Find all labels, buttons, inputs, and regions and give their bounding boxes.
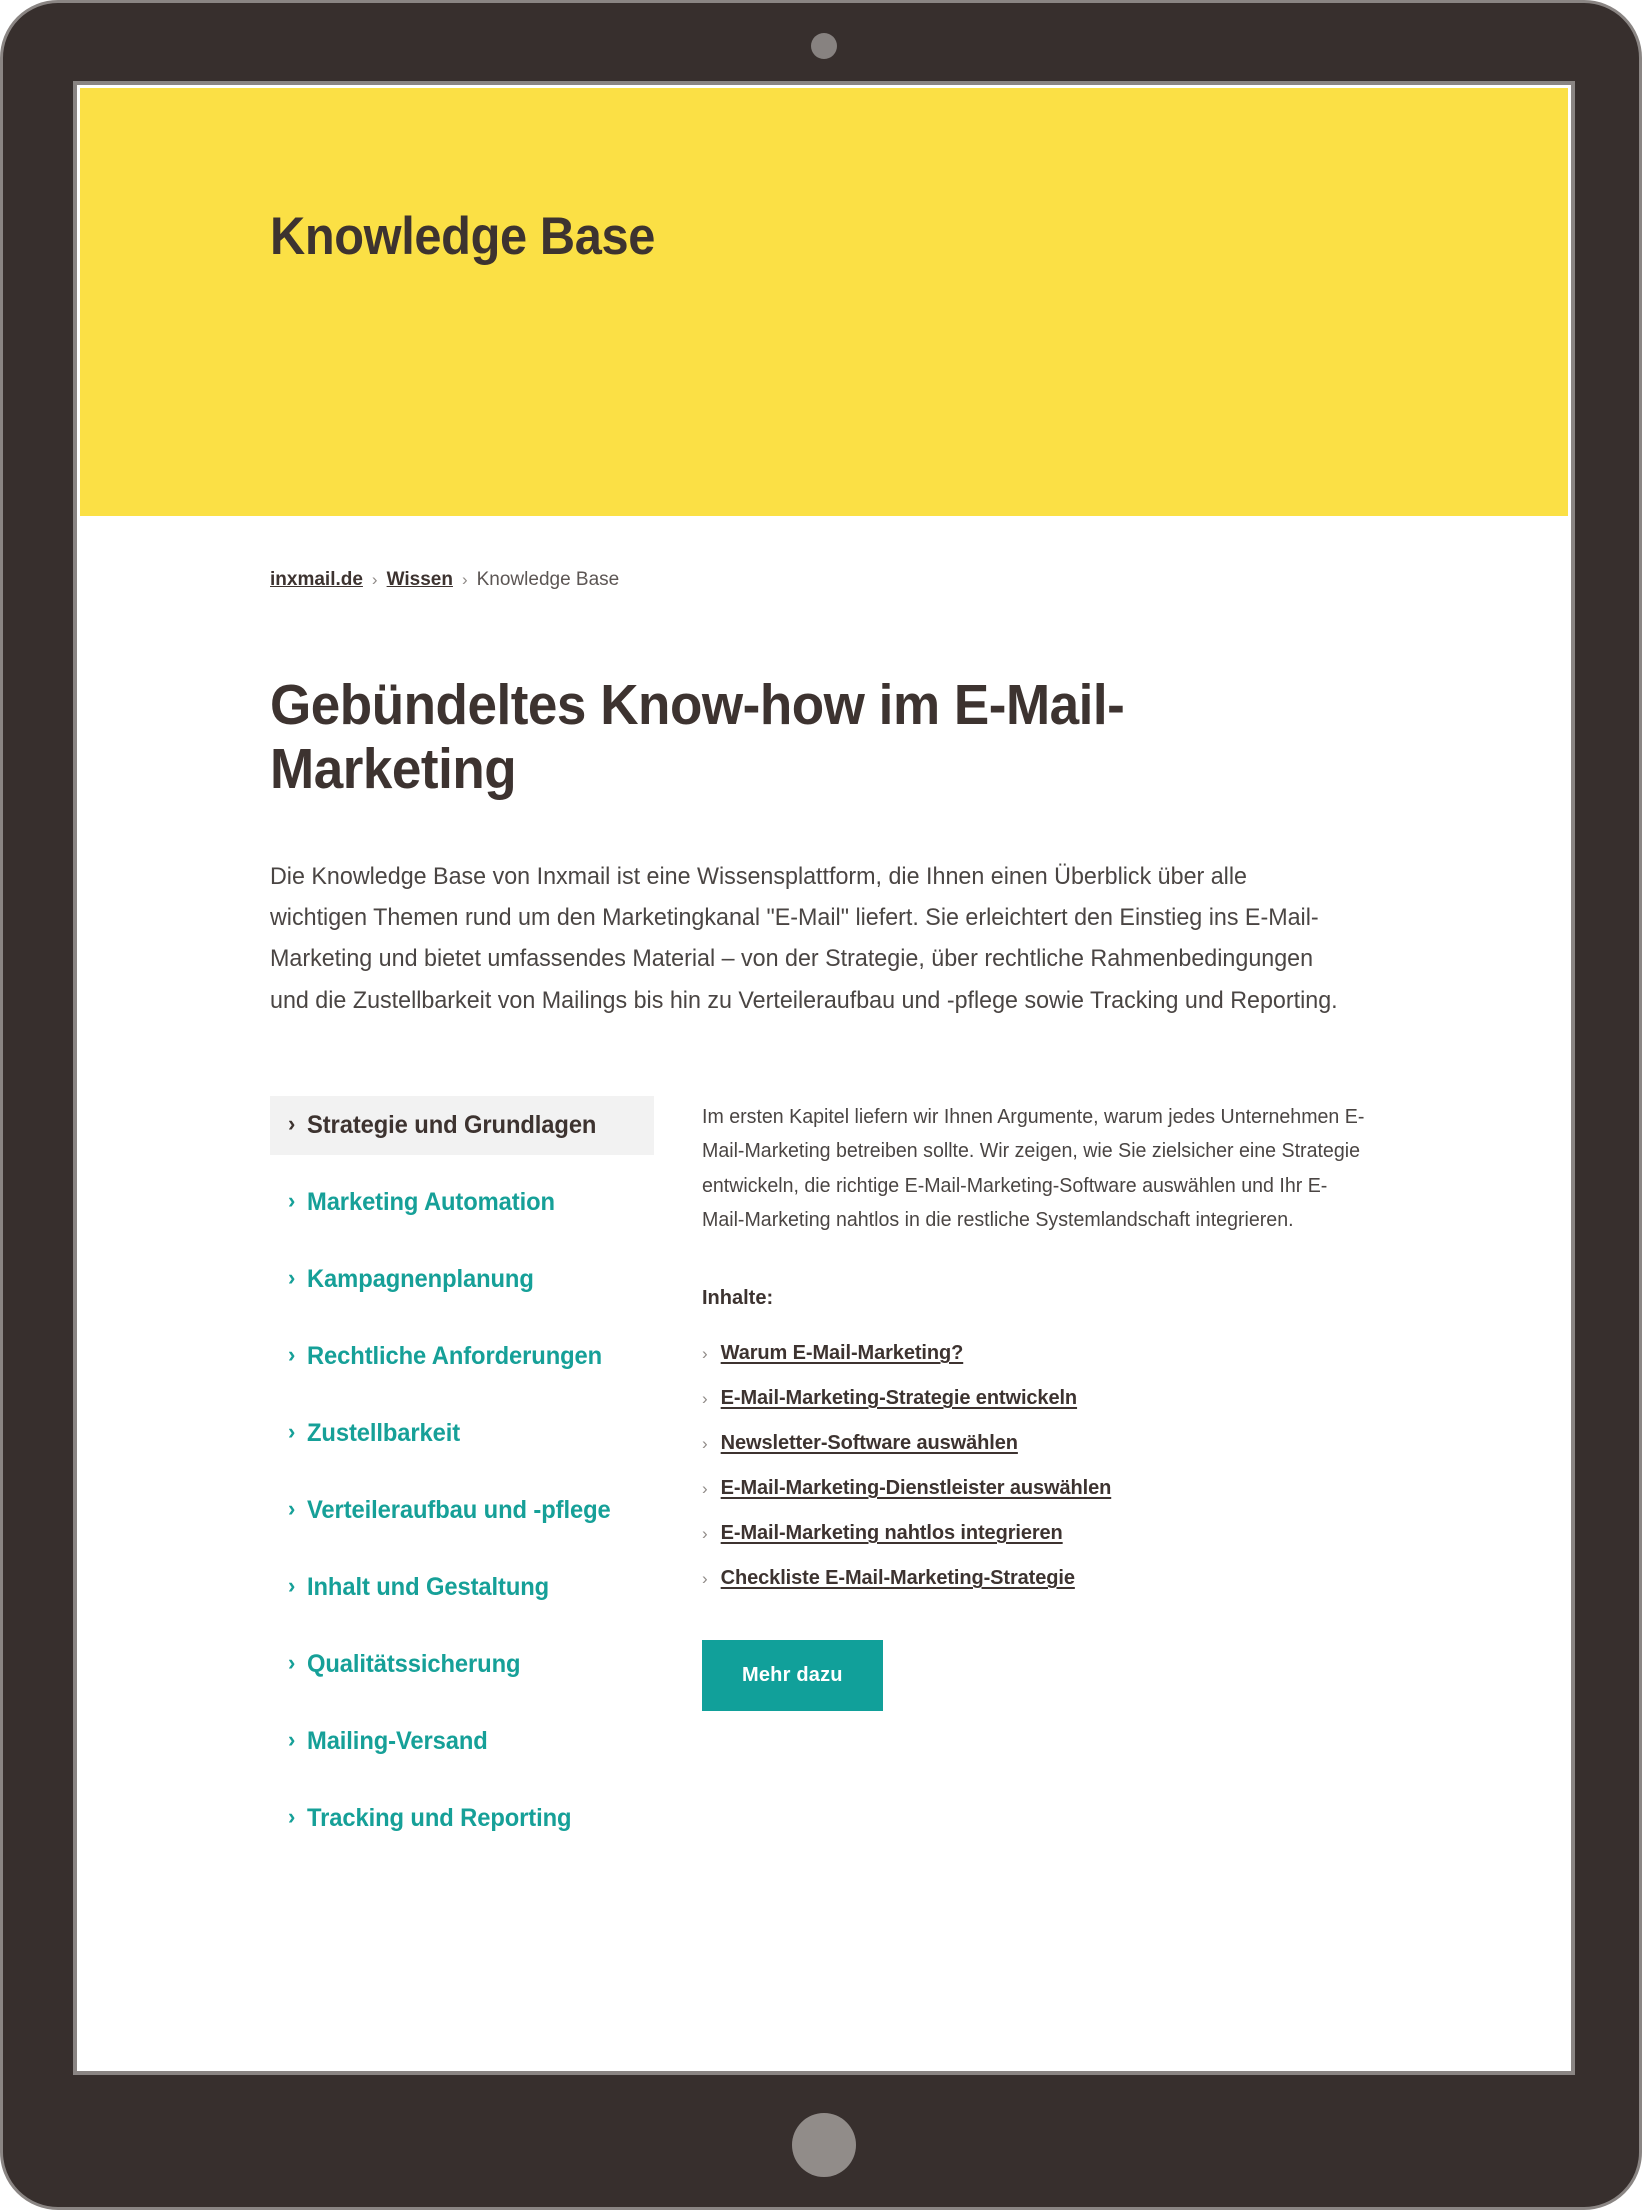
chevron-right-icon: › (702, 1524, 708, 1544)
sidebar-item-kampagnenplanung[interactable]: › Kampagnenplanung (270, 1250, 654, 1309)
sidebar-item-label: Inhalt und Gestaltung (307, 1572, 550, 1601)
tablet-screen: Knowledge Base inxmail.de › Wissen › Kno… (73, 81, 1575, 2075)
topic-sidebar-nav: › Strategie und Grundlagen › Marketing Auto… (270, 1095, 654, 1866)
sidebar-item-zustellbarkeit[interactable]: › Zustellbarkeit (270, 1404, 654, 1463)
sidebar-item-mailing-versand[interactable]: › Mailing-Versand (270, 1712, 654, 1771)
chevron-right-icon: › (288, 1418, 296, 1444)
chevron-right-icon: › (288, 1649, 296, 1675)
hero-banner: Knowledge Base (80, 88, 1568, 516)
chevron-right-icon: › (288, 1572, 296, 1598)
sidebar-item-rechtliche-anforderungen[interactable]: › Rechtliche Anforderungen (270, 1327, 654, 1386)
topic-list-heading: Inhalte: (702, 1287, 774, 1310)
topic-link[interactable]: E-Mail-Marketing-Strategie entwickeln (721, 1387, 1077, 1410)
chevron-right-icon: › (702, 1479, 708, 1499)
content-columns: › Strategie und Grundlagen › Marketing Auto… (270, 1095, 1378, 1976)
chevron-right-icon: › (702, 1569, 708, 1589)
camera-dot-icon (811, 33, 837, 59)
chevron-right-icon: › (702, 1434, 708, 1454)
topic-link[interactable]: E-Mail-Marketing-Dienstleister auswählen (721, 1477, 1112, 1500)
chevron-right-icon: › (288, 1264, 296, 1290)
sidebar-item-label: Tracking und Reporting (307, 1803, 572, 1832)
home-button-icon[interactable] (792, 2113, 856, 2177)
chevron-right-icon: › (702, 1389, 708, 1409)
topic-detail-panel: Im ersten Kapitel liefern wir Ihnen Argu… (654, 1096, 1378, 1712)
page-body: inxmail.de › Wissen › Knowledge Base Geb… (80, 569, 1568, 1976)
topic-link[interactable]: E-Mail-Marketing nahtlos integrieren (721, 1522, 1063, 1545)
sidebar-item-label: Strategie und Grundlagen (307, 1110, 597, 1139)
chevron-right-icon: › (702, 1344, 708, 1364)
site-title: Knowledge Base (270, 207, 656, 266)
sidebar-item-label: Zustellbarkeit (307, 1418, 461, 1447)
screen-viewport: Knowledge Base inxmail.de › Wissen › Kno… (77, 85, 1571, 2071)
breadcrumb-item-wissen[interactable]: Wissen (387, 569, 453, 591)
sidebar-item-strategie-und-grundlagen[interactable]: › Strategie und Grundlagen (270, 1095, 654, 1155)
topic-link[interactable]: Checkliste E-Mail-Marketing-Strategie (721, 1567, 1075, 1590)
breadcrumb-item-current: Knowledge Base (476, 569, 620, 590)
chevron-right-icon: › (288, 1495, 296, 1521)
list-item: › E-Mail-Marketing-Dienstleister auswähle… (702, 1477, 1378, 1500)
sidebar-item-label: Mailing-Versand (307, 1726, 489, 1755)
sidebar-item-label: Marketing Automation (307, 1187, 556, 1216)
chevron-right-icon: › (288, 1803, 296, 1829)
list-item: › E-Mail-Marketing nahtlos integrieren (702, 1522, 1378, 1545)
sidebar-item-qualitatssicherung[interactable]: › Qualitätssicherung (270, 1635, 654, 1694)
page-intro-paragraph: Die Knowledge Base von Inxmail ist eine … (270, 862, 1338, 1014)
topic-link[interactable]: Warum E-Mail-Marketing? (721, 1342, 964, 1365)
sidebar-item-label: Kampagnenplanung (307, 1264, 535, 1293)
list-item: › Newsletter-Software auswählen (702, 1432, 1378, 1455)
topic-link-list: › Warum E-Mail-Marketing? › E-Mail-Marketin… (702, 1342, 1378, 1590)
sidebar-item-verteileraufbau-und-pflege[interactable]: › Verteileraufbau und -pflege (270, 1481, 654, 1540)
chevron-right-icon: › (288, 1110, 296, 1136)
topic-description: Im ersten Kapitel liefern wir Ihnen Argu… (702, 1105, 1365, 1232)
sidebar-item-label: Qualitätssicherung (307, 1649, 521, 1678)
page-title: Gebündeltes Know-how im E-Mail-Marketing (270, 673, 1125, 802)
mehr-dazu-button[interactable]: Mehr dazu (702, 1640, 883, 1712)
breadcrumb-separator-icon: › (461, 570, 468, 589)
sidebar-item-marketing-automation[interactable]: › Marketing Automation (270, 1173, 654, 1232)
breadcrumb-item-inxmail[interactable]: inxmail.de (270, 569, 363, 591)
chevron-right-icon: › (288, 1341, 296, 1367)
list-item: › Checkliste E-Mail-Marketing-Strategie (702, 1567, 1378, 1590)
chevron-right-icon: › (288, 1726, 296, 1752)
sidebar-item-tracking-und-reporting[interactable]: › Tracking und Reporting (270, 1789, 654, 1848)
breadcrumb: inxmail.de › Wissen › Knowledge Base (270, 569, 1378, 591)
sidebar-item-inhalt-und-gestaltung[interactable]: › Inhalt und Gestaltung (270, 1558, 654, 1617)
sidebar-item-label: Rechtliche Anforderungen (307, 1341, 603, 1370)
chevron-right-icon: › (288, 1187, 296, 1213)
sidebar-item-label: Verteileraufbau und -pflege (307, 1495, 611, 1524)
list-item: › Warum E-Mail-Marketing? (702, 1342, 1378, 1365)
topic-link[interactable]: Newsletter-Software auswählen (721, 1432, 1018, 1455)
breadcrumb-separator-icon: › (371, 570, 378, 589)
list-item: › E-Mail-Marketing-Strategie entwickeln (702, 1387, 1378, 1410)
tablet-device-frame: Knowledge Base inxmail.de › Wissen › Kno… (0, 0, 1642, 2210)
